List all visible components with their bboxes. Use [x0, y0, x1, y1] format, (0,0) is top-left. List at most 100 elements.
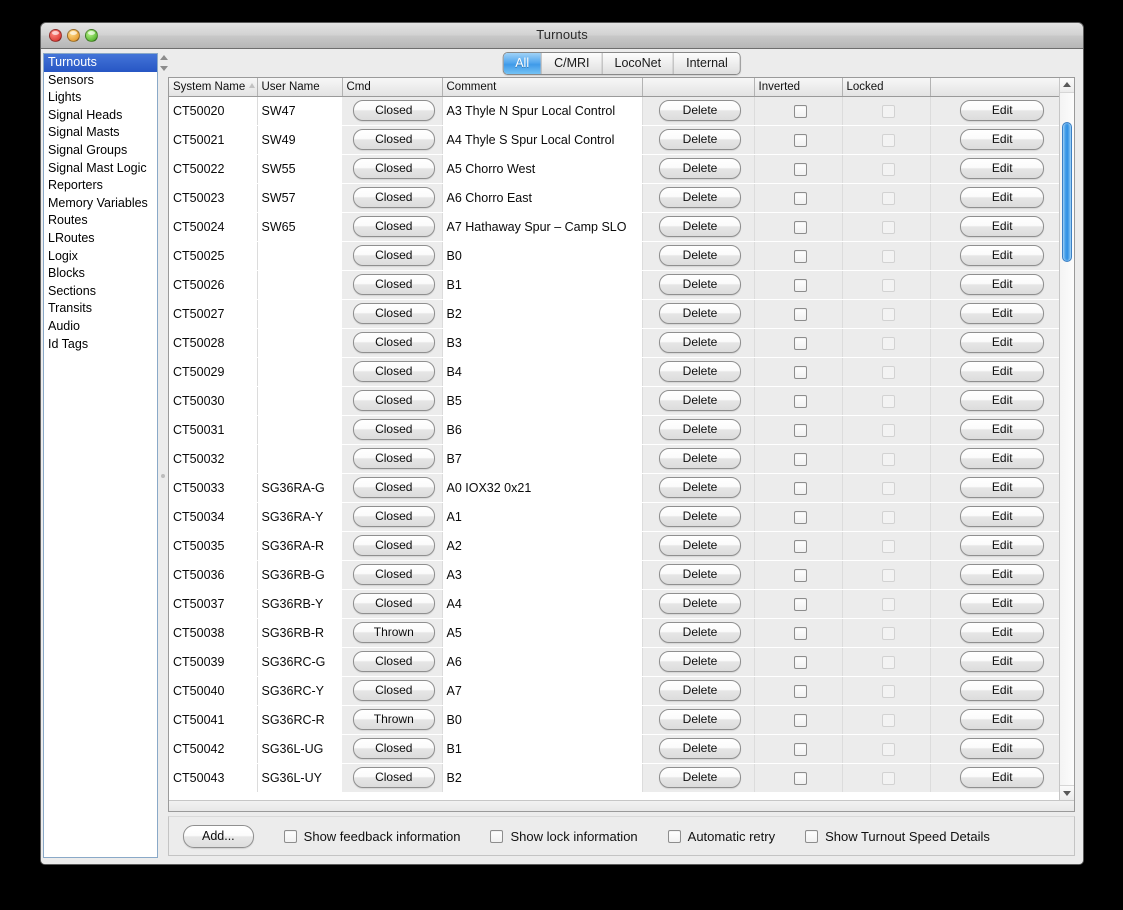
delete-button[interactable]: Delete: [659, 535, 741, 556]
locked-checkbox[interactable]: [881, 423, 895, 437]
delete-button[interactable]: Delete: [659, 767, 741, 788]
edit-button[interactable]: Edit: [960, 767, 1045, 788]
locked-checkbox[interactable]: [881, 713, 895, 727]
table-row[interactable]: CT50027 Closed B2 Delete Edit: [169, 299, 1070, 329]
locked-checkbox[interactable]: [881, 104, 895, 118]
delete-button[interactable]: Delete: [659, 390, 741, 411]
edit-button[interactable]: Edit: [960, 593, 1045, 614]
locked-checkbox[interactable]: [881, 249, 895, 263]
column-header-system-name[interactable]: System Name: [169, 78, 258, 97]
edit-button[interactable]: Edit: [960, 361, 1045, 382]
table-row[interactable]: CT50031 Closed B6 Delete Edit: [169, 415, 1070, 445]
column-header-comment[interactable]: Comment: [442, 78, 643, 97]
table-row[interactable]: CT50028 Closed B3 Delete Edit: [169, 328, 1070, 358]
locked-checkbox[interactable]: [881, 539, 895, 553]
locked-checkbox[interactable]: [881, 597, 895, 611]
locked-checkbox[interactable]: [881, 510, 895, 524]
inverted-checkbox[interactable]: [793, 249, 807, 263]
locked-checkbox[interactable]: [881, 191, 895, 205]
edit-button[interactable]: Edit: [960, 564, 1045, 585]
inverted-checkbox[interactable]: [793, 104, 807, 118]
table-row[interactable]: CT50022 SW55 Closed A5 Chorro West Delete Edi…: [169, 154, 1070, 184]
locked-checkbox[interactable]: [881, 481, 895, 495]
edit-button[interactable]: Edit: [960, 390, 1045, 411]
delete-button[interactable]: Delete: [659, 564, 741, 585]
table-row[interactable]: CT50030 Closed B5 Delete Edit: [169, 386, 1070, 416]
sidebar-item-id-tags[interactable]: Id Tags: [44, 336, 157, 354]
delete-button[interactable]: Delete: [659, 506, 741, 527]
edit-button[interactable]: Edit: [960, 448, 1045, 469]
sidebar-item-logix[interactable]: Logix: [44, 248, 157, 266]
edit-button[interactable]: Edit: [960, 332, 1045, 353]
sidebar-item-signal-mast-logic[interactable]: Signal Mast Logic: [44, 160, 157, 178]
option-checkbox[interactable]: [667, 829, 681, 843]
cmd-toggle-button[interactable]: Closed: [352, 680, 435, 701]
cmd-toggle-button[interactable]: Closed: [352, 129, 435, 150]
option-checkbox[interactable]: [283, 829, 297, 843]
table-row[interactable]: CT50024 SW65 Closed A7 Hathaway Spur – Camp…: [169, 212, 1070, 242]
inverted-checkbox[interactable]: [793, 539, 807, 553]
locked-checkbox[interactable]: [881, 771, 895, 785]
edit-button[interactable]: Edit: [960, 622, 1045, 643]
delete-button[interactable]: Delete: [659, 245, 741, 266]
split-pane-divider[interactable]: [158, 49, 168, 864]
locked-checkbox[interactable]: [881, 278, 895, 292]
sidebar-item-lroutes[interactable]: LRoutes: [44, 230, 157, 248]
edit-button[interactable]: Edit: [960, 129, 1045, 150]
tab-loconet[interactable]: LocoNet: [602, 53, 675, 74]
sidebar-item-signal-masts[interactable]: Signal Masts: [44, 124, 157, 142]
horizontal-scroll-strip[interactable]: [169, 800, 1074, 811]
table-row[interactable]: CT50040 SG36RC-Y Closed A7 Delete Edit: [169, 676, 1070, 706]
cmd-toggle-button[interactable]: Closed: [352, 390, 435, 411]
sidebar-item-reporters[interactable]: Reporters: [44, 177, 157, 195]
inverted-checkbox[interactable]: [793, 307, 807, 321]
delete-button[interactable]: Delete: [659, 448, 741, 469]
option-checkbox[interactable]: [490, 829, 504, 843]
option-checkbox[interactable]: [805, 829, 819, 843]
option-automatic-retry[interactable]: Automatic retry: [667, 829, 775, 844]
sidebar-item-sections[interactable]: Sections: [44, 283, 157, 301]
inverted-checkbox[interactable]: [793, 684, 807, 698]
cmd-toggle-button[interactable]: Closed: [352, 158, 435, 179]
delete-button[interactable]: Delete: [659, 303, 741, 324]
locked-checkbox[interactable]: [881, 220, 895, 234]
inverted-checkbox[interactable]: [793, 655, 807, 669]
add-button[interactable]: Add...: [183, 824, 254, 848]
cmd-toggle-button[interactable]: Closed: [352, 564, 435, 585]
sidebar-item-signal-heads[interactable]: Signal Heads: [44, 107, 157, 125]
locked-checkbox[interactable]: [881, 655, 895, 669]
inverted-checkbox[interactable]: [793, 220, 807, 234]
inverted-checkbox[interactable]: [793, 336, 807, 350]
locked-checkbox[interactable]: [881, 336, 895, 350]
sidebar-item-routes[interactable]: Routes: [44, 212, 157, 230]
cmd-toggle-button[interactable]: Closed: [352, 303, 435, 324]
delete-button[interactable]: Delete: [659, 274, 741, 295]
cmd-toggle-button[interactable]: Closed: [352, 477, 435, 498]
delete-button[interactable]: Delete: [659, 738, 741, 759]
inverted-checkbox[interactable]: [793, 394, 807, 408]
cmd-toggle-button[interactable]: Thrown: [352, 709, 435, 730]
delete-button[interactable]: Delete: [659, 680, 741, 701]
scrollbar-thumb[interactable]: [1062, 122, 1072, 262]
locked-checkbox[interactable]: [881, 742, 895, 756]
table-row[interactable]: CT50029 Closed B4 Delete Edit: [169, 357, 1070, 387]
collapse-right-arrow-icon[interactable]: [160, 66, 168, 71]
locked-checkbox[interactable]: [881, 365, 895, 379]
locked-checkbox[interactable]: [881, 307, 895, 321]
tab-c-mri[interactable]: C/MRI: [542, 53, 603, 74]
tab-all[interactable]: All: [503, 53, 543, 74]
cmd-toggle-button[interactable]: Closed: [352, 738, 435, 759]
inverted-checkbox[interactable]: [793, 713, 807, 727]
table-row[interactable]: CT50043 SG36L-UY Closed B2 Delete Edit: [169, 763, 1070, 793]
table-row[interactable]: CT50021 SW49 Closed A4 Thyle S Spur Local C…: [169, 125, 1070, 155]
delete-button[interactable]: Delete: [659, 361, 741, 382]
column-header-inverted[interactable]: Inverted: [754, 78, 843, 97]
edit-button[interactable]: Edit: [960, 535, 1045, 556]
divider-grip[interactable]: [161, 474, 165, 478]
cmd-toggle-button[interactable]: Closed: [352, 100, 435, 121]
delete-button[interactable]: Delete: [659, 100, 741, 121]
table-row[interactable]: CT50032 Closed B7 Delete Edit: [169, 444, 1070, 474]
tab-internal[interactable]: Internal: [674, 53, 740, 74]
sidebar-list[interactable]: Turnouts Sensors Lights Signal Heads Signal …: [43, 53, 158, 858]
scroll-up-arrow-icon[interactable]: [1060, 78, 1074, 93]
